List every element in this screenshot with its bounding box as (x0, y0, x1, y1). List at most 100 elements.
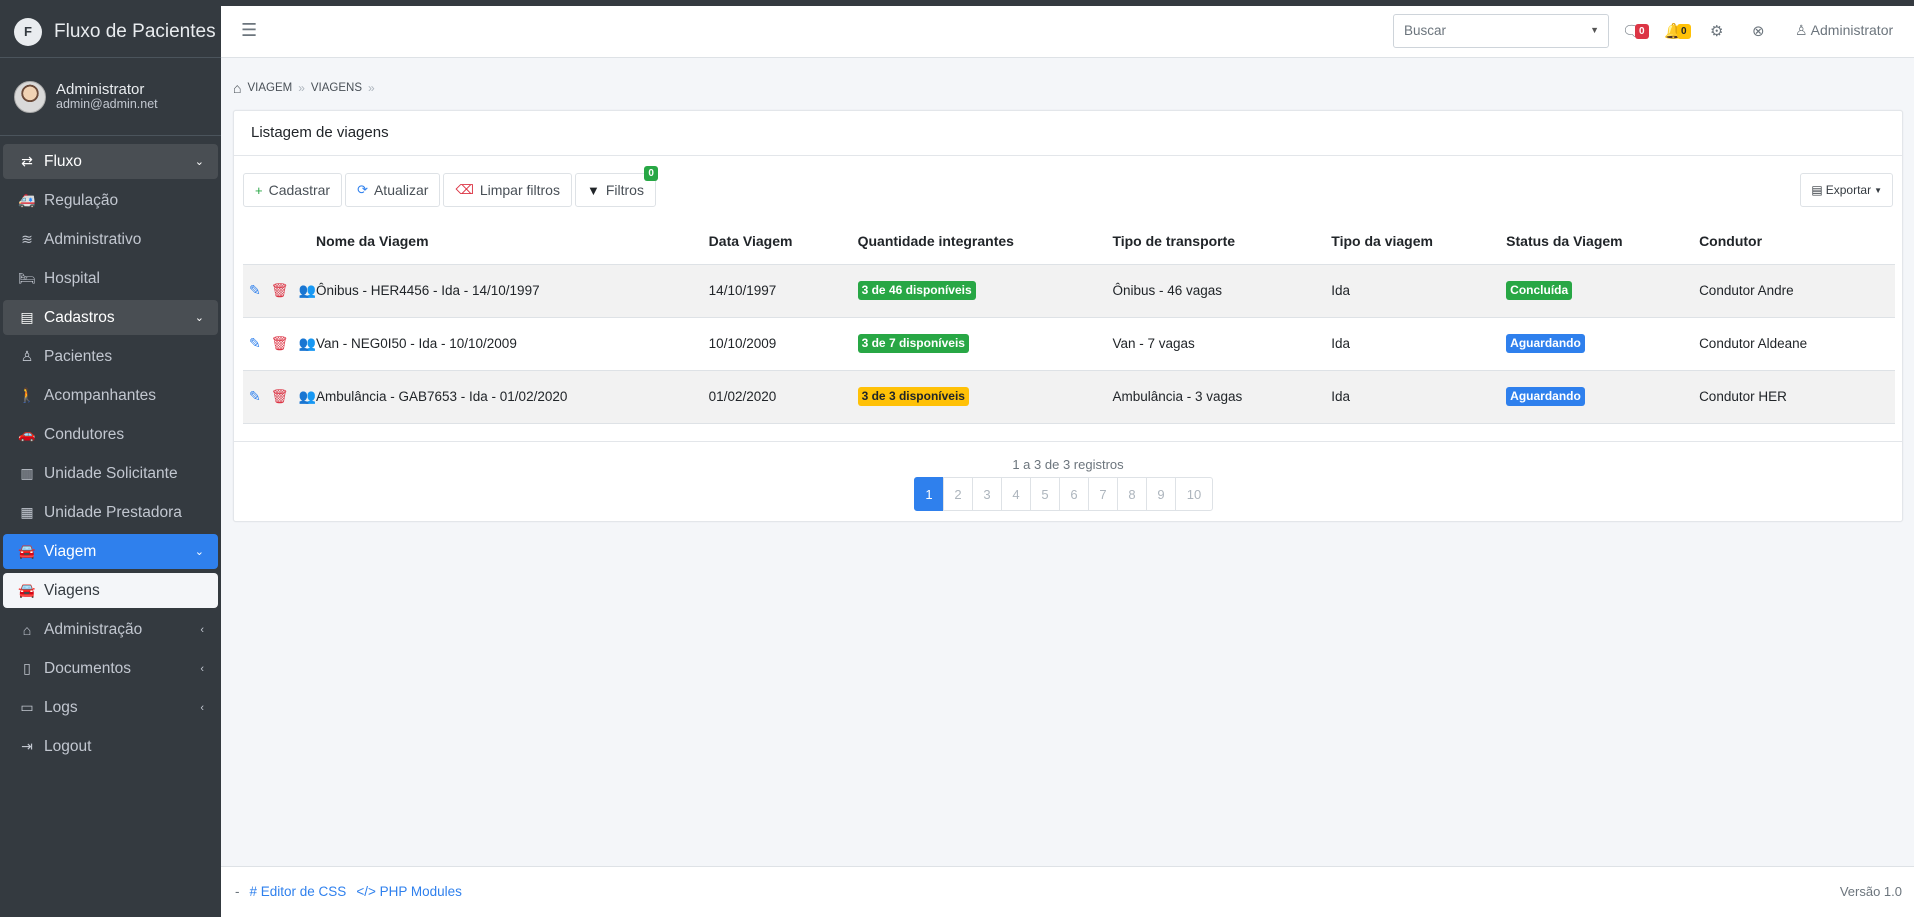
breadcrumb-item-viagem[interactable]: VIAGEM (247, 82, 292, 94)
chevron-down-icon: ⌄ (194, 156, 204, 168)
php-modules-link[interactable]: </> PHP Modules (356, 884, 462, 899)
css-editor-link[interactable]: # Editor de CSS (250, 884, 347, 899)
edit-icon[interactable]: ✎ (249, 335, 261, 352)
sidebar-item-administrativo[interactable]: ≋ Administrativo (3, 222, 218, 257)
exportar-dropdown[interactable]: ▤ Exportar ▼ (1800, 173, 1893, 207)
trash-icon[interactable]: 🗑 (271, 335, 289, 352)
page-link-6[interactable]: 6 (1059, 477, 1089, 511)
filtros-label: Filtros (605, 182, 644, 198)
sidebar-item-label: Unidade Prestadora (44, 503, 182, 521)
breadcrumb: ⌂ VIAGEM » VIAGENS » (233, 80, 375, 96)
sidebar-item-unidade-solicitante[interactable]: ▥ Unidade Solicitante (3, 456, 218, 491)
col-header[interactable]: Tipo de transporte (1112, 219, 1332, 265)
chevron-down-icon: ⌄ (194, 312, 204, 324)
table-header-row: Nome da Viagem Data Viagem Quantidade in… (243, 219, 1895, 265)
footer-dash: - (235, 884, 240, 899)
user-panel[interactable]: Administrator admin@admin.net (0, 58, 221, 136)
sidebar-item-condutores[interactable]: 🚗 Condutores (3, 417, 218, 452)
col-header[interactable]: Data Viagem (708, 219, 858, 265)
page-link-10[interactable]: 10 (1175, 477, 1213, 511)
page-link-2[interactable]: 2 (943, 477, 973, 511)
sidebar-item-viagem[interactable]: 🚘 Viagem ⌄ (3, 534, 218, 569)
page-link-3[interactable]: 3 (972, 477, 1002, 511)
user-menu-label: Administrator (1810, 22, 1894, 38)
double-chevron-icon: » (298, 81, 305, 95)
page-link-7[interactable]: 7 (1088, 477, 1118, 511)
caret-down-icon: ▼ (1874, 185, 1882, 195)
user-menu[interactable]: ♙ Administrator (1795, 22, 1893, 39)
page-link-8[interactable]: 8 (1117, 477, 1147, 511)
home-icon[interactable]: ⌂ (233, 80, 241, 96)
help-ring-icon[interactable]: ⊗ (1752, 22, 1765, 40)
avatar (14, 80, 46, 113)
sidebar-item-acompanhantes[interactable]: 🚶 Acompanhantes (3, 378, 218, 413)
cell-quantidade: 3 de 7 disponíveis (857, 317, 1113, 371)
user-name: Administrator (56, 80, 145, 98)
search-placeholder: Buscar (1404, 23, 1447, 38)
page-link-1[interactable]: 1 (914, 477, 944, 511)
col-header[interactable]: Status da Viagem (1506, 219, 1700, 265)
sidebar-item-cadastros[interactable]: ▤ Cadastros ⌄ (3, 300, 218, 335)
ambulance-icon: 🚑 (18, 192, 36, 208)
page-link-9[interactable]: 9 (1146, 477, 1176, 511)
page-link-5[interactable]: 5 (1030, 477, 1060, 511)
col-header[interactable]: Tipo da viagem (1331, 219, 1507, 265)
table-row: ✎ 🗑 👥 Van - NEG0I50 - Ida - 10/10/2009 10/10… (243, 317, 1895, 371)
file-icon: ▯ (23, 660, 31, 676)
chevron-left-icon: ‹ (200, 662, 204, 675)
brand-link[interactable]: F Fluxo de Pacientes (0, 6, 221, 58)
sidebar-item-fluxo[interactable]: ⇄ Fluxo ⌄ (3, 144, 218, 179)
chevron-left-icon: ‹ (200, 701, 204, 714)
cadastrar-button[interactable]: + Cadastrar (243, 173, 343, 207)
row-actions: ✎ 🗑 👥 (243, 370, 316, 424)
availability-badge: 3 de 46 disponíveis (857, 281, 976, 300)
caret-down-icon: ▼ (1590, 25, 1599, 35)
users-icon[interactable]: 👥 (299, 335, 316, 352)
sidebar-item-viagens[interactable]: 🚘 Viagens (3, 573, 218, 608)
messages-badge: 0 (1635, 24, 1649, 39)
sign-out-icon: ⇥ (21, 738, 33, 754)
availability-badge: 3 de 7 disponíveis (857, 334, 969, 353)
user-email: admin@admin.net (56, 96, 158, 111)
edit-icon[interactable]: ✎ (249, 388, 261, 405)
atualizar-button[interactable]: ⟳ Atualizar (345, 173, 441, 207)
sidebar-item-administracao[interactable]: ⌂ Administração ‹ (3, 612, 218, 647)
sidebar-item-logs[interactable]: ▭ Logs ‹ (3, 690, 218, 725)
sidebar-item-unidade-prestadora[interactable]: ▦ Unidade Prestadora (3, 495, 218, 530)
menu-toggle-icon[interactable]: ☰ (241, 20, 257, 41)
search-select[interactable]: Buscar ▼ (1393, 14, 1609, 48)
sidebar-item-label: Pacientes (44, 347, 113, 365)
table-row: ✎ 🗑 👥 Ônibus - HER4456 - Ida - 14/10/1997 14… (243, 264, 1895, 318)
edit-icon[interactable]: ✎ (249, 282, 261, 299)
cadastrar-label: Cadastrar (268, 182, 331, 198)
filtros-button[interactable]: ▼ Filtros 0 (574, 166, 658, 207)
breadcrumb-item-viagens[interactable]: VIAGENS (311, 82, 362, 94)
cell-tipo: Ida (1331, 370, 1507, 424)
sidebar-item-documentos[interactable]: ▯ Documentos ‹ (3, 651, 218, 686)
notifications-badge: 0 (1677, 24, 1691, 39)
sidebar-item-label: Hospital (44, 269, 100, 287)
sidebar-item-hospital[interactable]: 🛏 Hospital (3, 261, 218, 296)
eraser-icon: ⌫ (455, 182, 474, 197)
building-icon: ▥ (20, 465, 34, 481)
sidebar-item-pacientes[interactable]: ♙ Pacientes (3, 339, 218, 374)
sidebar-item-logout[interactable]: ⇥ Logout (3, 729, 218, 764)
cell-nome: Ônibus - HER4456 - Ida - 14/10/1997 (315, 264, 709, 318)
refresh-icon: ⟳ (357, 182, 368, 197)
hospital-icon: ▦ (20, 504, 34, 520)
col-header[interactable]: Quantidade integrantes (857, 219, 1113, 265)
user-icon: ♙ (20, 348, 34, 364)
gear-icon[interactable]: ⚙ (1710, 22, 1723, 40)
brand-logo: F (14, 17, 42, 46)
users-icon[interactable]: 👥 (299, 282, 316, 299)
trash-icon[interactable]: 🗑 (271, 388, 289, 405)
sidebar-item-regulacao[interactable]: 🚑 Regulação (3, 183, 218, 218)
sidebar-item-label: Cadastros (44, 308, 115, 326)
page-link-4[interactable]: 4 (1001, 477, 1031, 511)
col-header[interactable]: Nome da Viagem (315, 219, 709, 265)
car-icon: 🚘 (18, 582, 36, 598)
users-icon[interactable]: 👥 (299, 388, 316, 405)
trash-icon[interactable]: 🗑 (271, 282, 289, 299)
col-header[interactable]: Condutor (1699, 219, 1895, 265)
limpar-filtros-button[interactable]: ⌫ Limpar filtros (443, 173, 572, 207)
